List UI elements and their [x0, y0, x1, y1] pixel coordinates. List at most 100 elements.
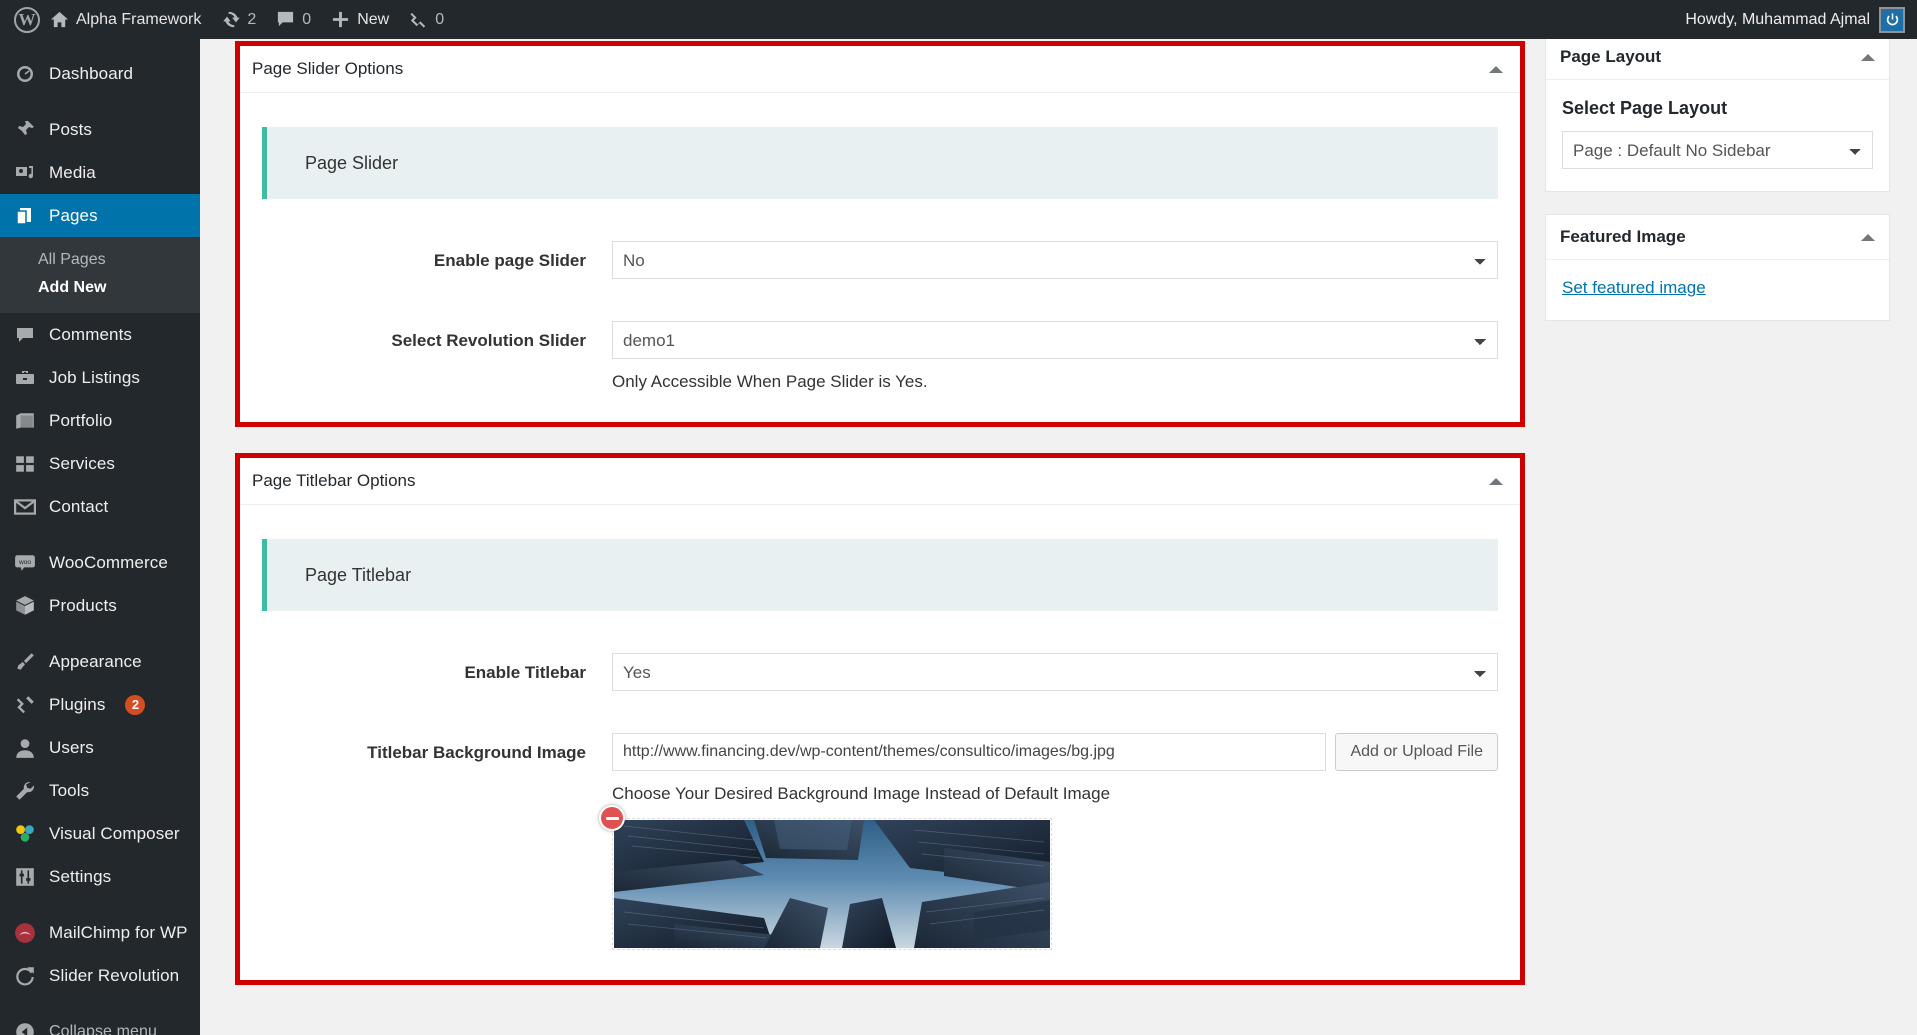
sidebar-divider-2: [0, 528, 200, 541]
titlebar-background-image-input[interactable]: [612, 733, 1327, 771]
update-icon: [223, 11, 241, 28]
chevron-up-icon[interactable]: [1489, 477, 1503, 485]
chevron-up-icon[interactable]: [1861, 233, 1875, 241]
sidebar-label: Tools: [49, 780, 90, 800]
sidebar-item-pages[interactable]: Pages: [0, 194, 200, 237]
page-layout-box-header[interactable]: Page Layout: [1546, 35, 1889, 80]
sidebar-item-add-new[interactable]: Add New: [0, 274, 200, 302]
admin-bar: W Alpha Framework 2 0 New 0 Howdy, Muham…: [0, 0, 1917, 39]
svg-text:woo: woo: [18, 559, 31, 566]
sidebar-item-all-pages[interactable]: All Pages: [0, 246, 200, 274]
page-layout-box-title: Page Layout: [1560, 47, 1662, 66]
comment-icon: [14, 324, 36, 346]
sidebar-item-mailchimp[interactable]: MailChimp for WP: [0, 911, 200, 954]
sidebar-item-tools[interactable]: Tools: [0, 769, 200, 812]
page-titlebar-options-panel: Page Titlebar Options Page Titlebar Enab…: [235, 453, 1525, 985]
comments-count: 0: [302, 10, 312, 28]
select-revolution-slider-help: Only Accessible When Page Slider is Yes.: [612, 372, 928, 391]
sidebar-item-contact[interactable]: Contact: [0, 485, 200, 528]
enable-titlebar-select[interactable]: Yes: [612, 653, 1498, 691]
home-icon: [50, 11, 69, 28]
sidebar-label: Products: [49, 595, 117, 615]
page-slider-panel-title: Page Slider Options: [252, 59, 404, 78]
chevron-up-icon[interactable]: [1489, 65, 1503, 73]
titlebar-background-thumbnail: [614, 820, 1050, 948]
titlebar-background-image-label: Titlebar Background Image: [367, 743, 586, 762]
comment-bubble-icon: [278, 11, 294, 27]
titlebar-background-image-control: Add or Upload File Choose Your Desired B…: [599, 733, 1498, 950]
enable-titlebar-control: Yes: [612, 653, 1498, 691]
sidebar-item-woocommerce[interactable]: woo WooCommerce: [0, 541, 200, 584]
admin-sidebar[interactable]: Dashboard Posts Media Pages All Pages Ad…: [0, 39, 200, 1035]
new-content-menu[interactable]: New: [321, 0, 399, 39]
sidebar-label: Portfolio: [49, 410, 113, 430]
power-icon[interactable]: [1879, 6, 1905, 33]
sidebar-label: Visual Composer: [49, 823, 180, 843]
remove-image-icon[interactable]: [599, 805, 625, 831]
wordpress-logo-icon[interactable]: W: [14, 6, 40, 33]
sidebar-label: Media: [49, 162, 96, 182]
updates-menu[interactable]: 2: [211, 0, 266, 39]
pages-icon: [14, 205, 36, 227]
page-titlebar-section-banner: Page Titlebar: [262, 539, 1498, 611]
sidebar-item-slider-revolution[interactable]: Slider Revolution: [0, 954, 200, 997]
updates-count: 2: [247, 10, 257, 28]
sidebar-item-portfolio[interactable]: Portfolio: [0, 399, 200, 442]
sidebar-label: Services: [49, 453, 115, 473]
select-revolution-slider-select[interactable]: demo1: [612, 321, 1498, 359]
enable-titlebar-row: Enable Titlebar Yes: [262, 653, 1498, 691]
plugins-menu[interactable]: 0: [399, 0, 454, 39]
new-label: New: [357, 10, 390, 28]
sidebar-item-visual-composer[interactable]: Visual Composer: [0, 812, 200, 855]
select-revolution-slider-row: Select Revolution Slider demo1 Only Acce…: [262, 321, 1498, 392]
sidebar-divider-1: [0, 95, 200, 108]
plugins-count: 0: [435, 10, 445, 28]
sidebar-item-plugins[interactable]: Plugins 2: [0, 683, 200, 726]
add-or-upload-file-button[interactable]: Add or Upload File: [1335, 733, 1498, 771]
chevron-up-icon[interactable]: [1861, 53, 1875, 61]
featured-image-box: Featured Image Set featured image: [1545, 214, 1890, 321]
sidebar-label: Settings: [49, 866, 112, 886]
select-page-layout-select[interactable]: Page : Default No Sidebar: [1562, 131, 1873, 169]
sidebar-item-posts[interactable]: Posts: [0, 108, 200, 151]
page-slider-options-panel: Page Slider Options Page Slider Enable p…: [235, 41, 1525, 427]
sidebar-submenu-pages[interactable]: All Pages Add New: [0, 237, 200, 313]
plugin-icon: [410, 12, 426, 28]
site-name-menu[interactable]: Alpha Framework: [40, 0, 211, 39]
sidebar-item-dashboard[interactable]: Dashboard: [0, 52, 200, 95]
account-menu[interactable]: Howdy, Muhammad Ajmal: [1685, 6, 1917, 33]
visual-composer-icon: [16, 824, 34, 842]
set-featured-image-link[interactable]: Set featured image: [1562, 278, 1706, 297]
comments-menu[interactable]: 0: [266, 0, 321, 39]
sidebar-item-users[interactable]: Users: [0, 726, 200, 769]
collapse-menu-button[interactable]: Collapse menu: [0, 1010, 200, 1035]
sidebar-item-job-listings[interactable]: Job Listings: [0, 356, 200, 399]
page-titlebar-panel-body: Page Titlebar Enable Titlebar Yes Titleb…: [240, 505, 1520, 980]
sidebar-item-appearance[interactable]: Appearance: [0, 640, 200, 683]
featured-image-box-title: Featured Image: [1560, 227, 1686, 246]
sidebar-item-media[interactable]: Media: [0, 151, 200, 194]
brush-icon: [17, 652, 34, 670]
sidebar-item-settings[interactable]: Settings: [0, 855, 200, 898]
sidebar-label: Plugins: [49, 694, 106, 714]
page-titlebar-banner-title: Page Titlebar: [305, 564, 412, 585]
envelope-icon: [14, 498, 36, 515]
grid-icon: [16, 455, 34, 472]
mailchimp-icon: [15, 922, 35, 943]
box-icon: [16, 595, 34, 615]
page-layout-box-body: Select Page Layout Page : Default No Sid…: [1546, 80, 1889, 191]
page-slider-panel-header[interactable]: Page Slider Options: [240, 46, 1520, 93]
sidebar-item-products[interactable]: Products: [0, 584, 200, 627]
howdy-label: Howdy, Muhammad Ajmal: [1685, 10, 1870, 28]
sidebar-item-services[interactable]: Services: [0, 442, 200, 485]
main-column: Page Slider Options Page Slider Enable p…: [235, 39, 1525, 985]
featured-image-box-header[interactable]: Featured Image: [1546, 215, 1889, 260]
sidebar-item-comments[interactable]: Comments: [0, 313, 200, 356]
minus-bar: [605, 816, 619, 820]
enable-page-slider-select[interactable]: No: [612, 241, 1498, 279]
sidebar-divider-5: [0, 997, 200, 1010]
collapse-arrow-icon: [16, 1022, 34, 1035]
page-titlebar-panel-header[interactable]: Page Titlebar Options: [240, 458, 1520, 505]
sidebar-label: MailChimp for WP: [49, 922, 188, 942]
sidebar-top-gap: [0, 39, 200, 52]
